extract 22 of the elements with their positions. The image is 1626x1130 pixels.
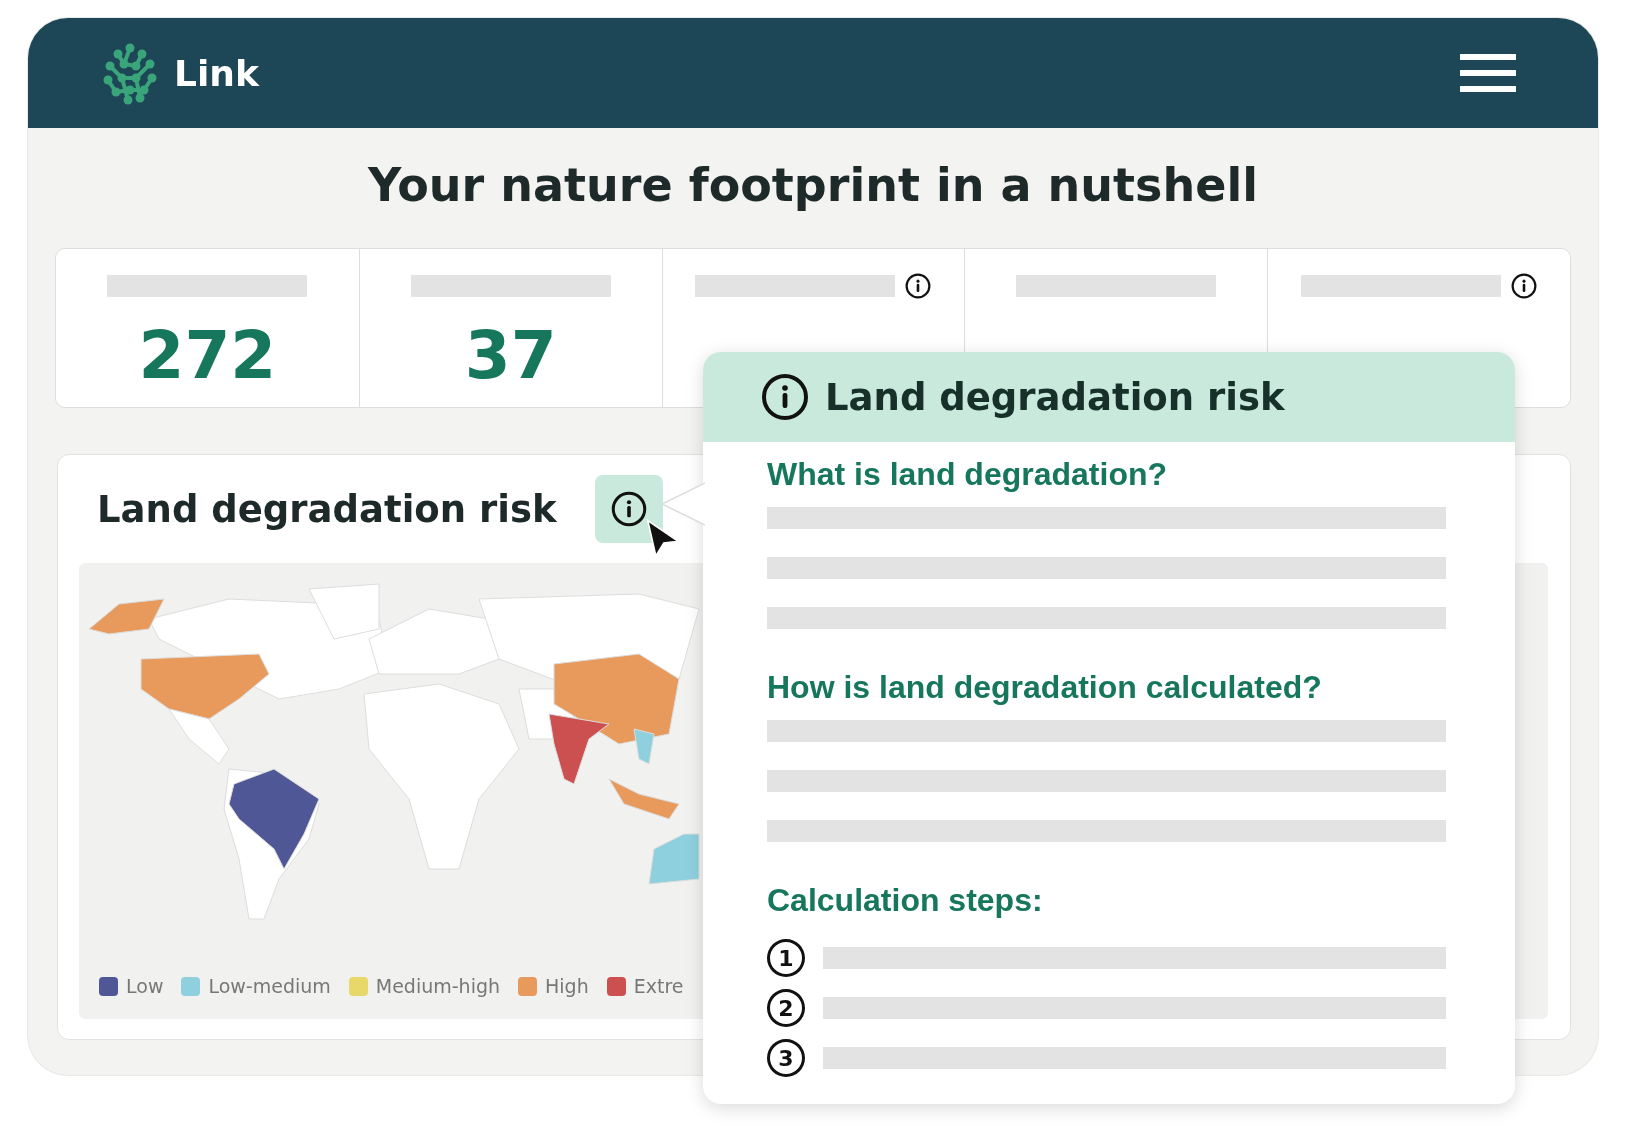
popover-title: Land degradation risk (825, 375, 1285, 419)
info-icon (1511, 273, 1538, 299)
section-heading: What is land degradation? (767, 456, 1168, 493)
info-icon (610, 491, 647, 527)
section-heading: How is land degradation calculated? (767, 669, 1323, 706)
info-icon (905, 273, 932, 299)
legend-label: Low-medium (208, 975, 331, 997)
page-title: Your nature footprint in a nutshell (367, 158, 1259, 212)
legend-label: Medium-high (375, 975, 501, 997)
step-number: 3 (767, 1039, 805, 1077)
map-title: Land degradation risk (97, 487, 557, 531)
legend-label: Extre (633, 975, 684, 997)
info-icon (761, 373, 809, 421)
legend-label: Low (126, 975, 164, 997)
section-heading: Calculation steps: (767, 882, 1044, 919)
brand-name: Link (174, 52, 259, 94)
stat-value: 37 (464, 323, 557, 389)
stat-value: 272 (138, 323, 277, 389)
step-number: 2 (767, 989, 805, 1027)
menu-button[interactable] (1460, 54, 1516, 92)
legend-label: High (545, 975, 589, 997)
step-number: 1 (767, 939, 805, 977)
